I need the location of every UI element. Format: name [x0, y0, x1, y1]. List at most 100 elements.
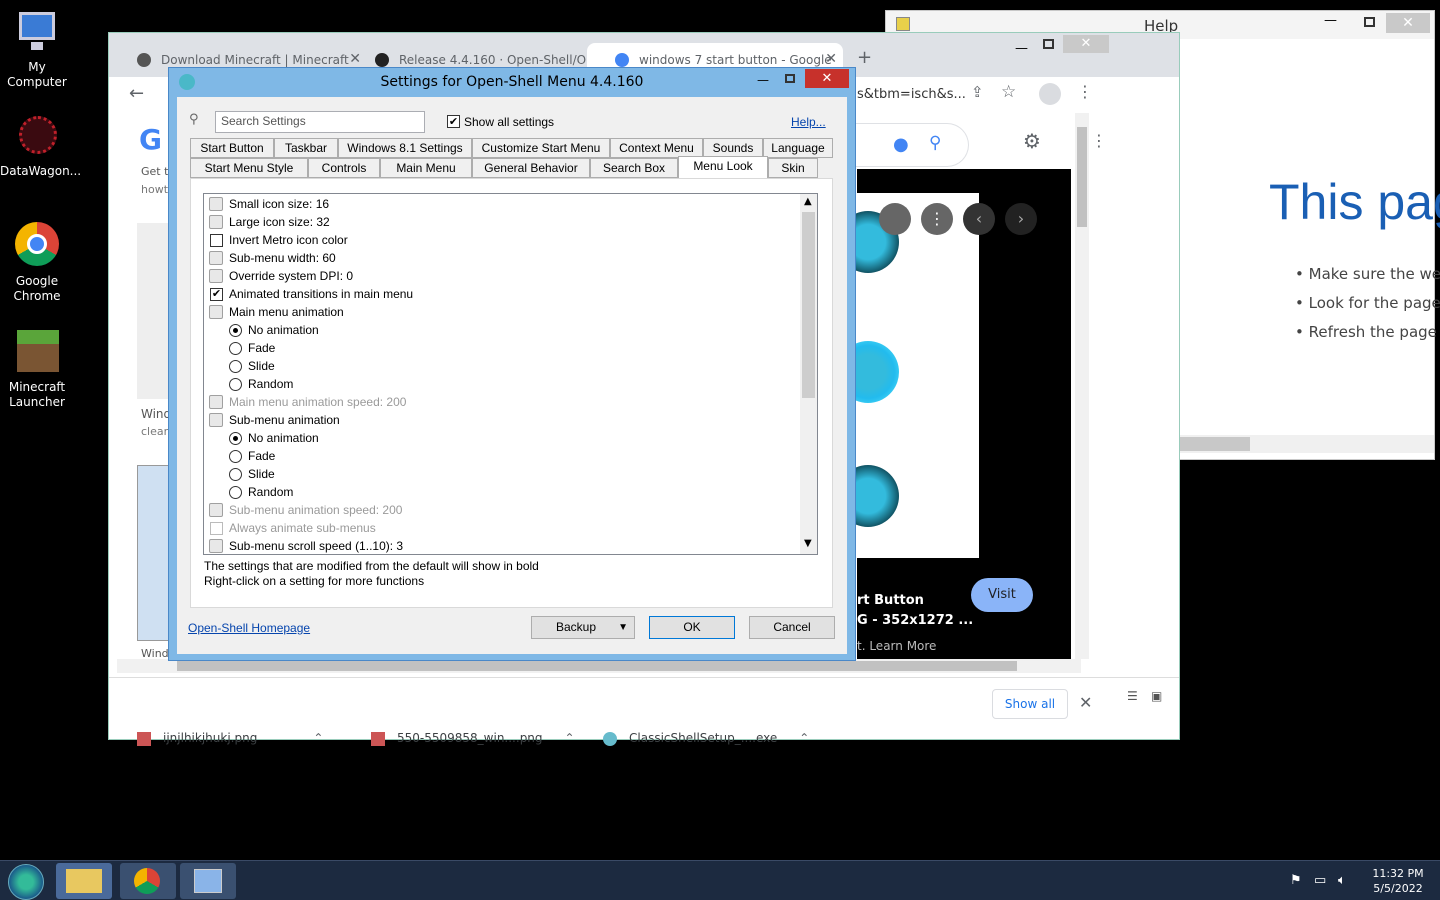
tab-context-menu[interactable]: Context Menu	[610, 138, 703, 158]
scroll-thumb[interactable]	[1077, 127, 1087, 227]
help-hscrollbar[interactable]	[1144, 435, 1434, 453]
taskbar-chrome[interactable]	[120, 863, 176, 899]
tab-general-behavior[interactable]: General Behavior	[472, 158, 590, 178]
back-icon[interactable]: ←	[129, 83, 144, 104]
setting-radio[interactable]	[229, 378, 242, 391]
tab-customize-start-menu[interactable]: Customize Start Menu	[472, 138, 610, 158]
tab-start-menu-style[interactable]: Start Menu Style	[190, 158, 308, 178]
lens-icon[interactable]	[879, 203, 911, 235]
setting-radio[interactable]	[229, 450, 242, 463]
tab-controls[interactable]: Controls	[308, 158, 380, 178]
preview-image[interactable]	[837, 193, 979, 558]
settings-dialog[interactable]: Settings for Open-Shell Menu 4.4.160 — ✕…	[168, 67, 856, 661]
maximize-icon[interactable]	[1364, 17, 1375, 27]
maximize-icon[interactable]	[785, 74, 795, 83]
settings-list[interactable]: ▲ ▼ Small icon size: 16 Large icon size: …	[203, 193, 818, 555]
setting-radio[interactable]	[229, 468, 242, 481]
window-view-icon[interactable]: ▣	[1151, 689, 1162, 703]
download-item[interactable]: ClassicShellSetup_....exe ⌃	[603, 721, 809, 755]
setting-radio[interactable]	[229, 342, 242, 355]
flag-icon[interactable]: ⚑	[1290, 873, 1302, 888]
network-icon[interactable]: ▭	[1314, 873, 1326, 888]
tab-main-menu[interactable]: Main Menu	[380, 158, 472, 178]
new-tab-icon[interactable]: +	[857, 47, 872, 68]
star-icon[interactable]: ☆	[1001, 82, 1016, 102]
volume-icon[interactable]: 🔈︎	[1338, 873, 1346, 888]
minimize-icon[interactable]: —	[1015, 41, 1028, 56]
show-all-settings-checkbox[interactable]: ✔	[447, 115, 460, 128]
setting-radio[interactable]	[229, 360, 242, 373]
minimize-icon[interactable]: —	[1324, 13, 1337, 28]
setting-radio[interactable]	[229, 432, 242, 445]
scroll-thumb[interactable]	[1180, 437, 1250, 451]
tab-start-button[interactable]: Start Button	[190, 138, 274, 158]
tab-close-icon[interactable]: ✕	[825, 51, 837, 67]
profile-icon[interactable]	[1039, 83, 1061, 105]
setting-checkbox[interactable]: ✔	[210, 288, 223, 301]
search-settings-input[interactable]: Search Settings	[215, 111, 425, 133]
gear-icon[interactable]: ⚙	[1023, 129, 1041, 153]
minimize-icon[interactable]: —	[757, 66, 769, 94]
cancel-button[interactable]: Cancel	[749, 616, 835, 639]
taskbar-settings[interactable]	[180, 863, 236, 899]
chevron-up-icon[interactable]: ⌃	[565, 731, 575, 745]
page-hscrollbar[interactable]	[117, 659, 1081, 673]
download-item[interactable]: ijnjlhikjhukj.png ⌃	[137, 721, 323, 755]
start-button[interactable]	[8, 864, 44, 900]
dialog-titlebar[interactable]: Settings for Open-Shell Menu 4.4.160 — ✕	[169, 68, 855, 96]
desktop-icon-google-chrome[interactable]: Google Chrome	[0, 222, 74, 304]
setting-checkbox[interactable]	[210, 522, 223, 535]
show-all-button[interactable]: Show all	[992, 689, 1068, 719]
homepage-link[interactable]: Open-Shell Homepage	[188, 621, 310, 635]
clock[interactable]: 11:32 PM 5/5/2022	[1366, 866, 1430, 896]
search-icon[interactable]: ⚲	[929, 133, 941, 153]
desktop-icon-datawagon[interactable]: DataWagon...	[0, 112, 81, 179]
tab-taskbar[interactable]: Taskbar	[274, 138, 338, 158]
scroll-up-icon[interactable]: ▲	[804, 196, 812, 207]
settings-scrollbar[interactable]: ▲ ▼	[800, 194, 817, 554]
close-icon[interactable]: ✕	[1063, 35, 1109, 53]
setting-label: Small icon size: 16	[229, 197, 330, 211]
chevron-right-icon[interactable]: ›	[1005, 203, 1037, 235]
result-thumbnail[interactable]	[137, 465, 171, 641]
learn-more-link[interactable]: t. Learn More	[857, 639, 936, 653]
chevron-up-icon[interactable]: ⌃	[313, 731, 323, 745]
desktop-icon-minecraft-launcher[interactable]: Minecraft Launcher	[0, 328, 74, 410]
tab-sounds[interactable]: Sounds	[703, 138, 763, 158]
scroll-down-icon[interactable]: ▼	[804, 538, 812, 549]
more-menu-icon[interactable]: ⋮	[1077, 82, 1093, 101]
desktop-icon-my-computer[interactable]: My Computer	[0, 8, 74, 90]
close-icon[interactable]: ✕	[805, 69, 849, 88]
chevron-left-icon[interactable]: ‹	[963, 203, 995, 235]
setting-label: Sub-menu animation	[229, 413, 340, 427]
search-box[interactable]: ● ⚲	[849, 123, 969, 167]
download-name: 550-5509858_win....png	[397, 731, 543, 745]
close-icon[interactable]: ✕	[1386, 13, 1430, 33]
setting-radio[interactable]	[229, 486, 242, 499]
page-scrollbar[interactable]	[1075, 113, 1089, 659]
tab-search-box[interactable]: Search Box	[590, 158, 678, 178]
setting-checkbox[interactable]	[210, 234, 223, 247]
tab-menu-look[interactable]: Menu Look	[678, 156, 768, 178]
download-item[interactable]: 550-5509858_win....png ⌃	[371, 721, 575, 755]
share-icon[interactable]: ⇪	[971, 83, 984, 101]
result-thumbnail[interactable]	[137, 223, 171, 399]
scroll-thumb[interactable]	[802, 212, 815, 398]
close-download-bar-icon[interactable]: ✕	[1079, 693, 1092, 712]
help-link[interactable]: Help...	[791, 115, 826, 129]
maximize-icon[interactable]	[1043, 39, 1054, 49]
setting-radio[interactable]	[229, 324, 242, 337]
list-view-icon[interactable]: ☰	[1127, 689, 1138, 703]
tab-skin[interactable]: Skin	[768, 158, 818, 178]
url-fragment[interactable]: s&tbm=isch&s...	[857, 87, 966, 102]
tab-windows81-settings[interactable]: Windows 8.1 Settings	[338, 138, 472, 158]
scroll-thumb[interactable]	[177, 661, 1017, 671]
taskbar-explorer[interactable]	[56, 863, 112, 899]
ok-button[interactable]: OK	[649, 616, 735, 639]
more-options-icon[interactable]: ⋮	[921, 203, 953, 235]
chevron-up-icon[interactable]: ⌃	[799, 731, 809, 745]
backup-button[interactable]: Backup ▼	[531, 616, 635, 639]
tab-language[interactable]: Language	[763, 138, 833, 158]
mic-icon[interactable]: ●	[893, 134, 909, 155]
visit-button[interactable]: Visit	[971, 578, 1033, 612]
